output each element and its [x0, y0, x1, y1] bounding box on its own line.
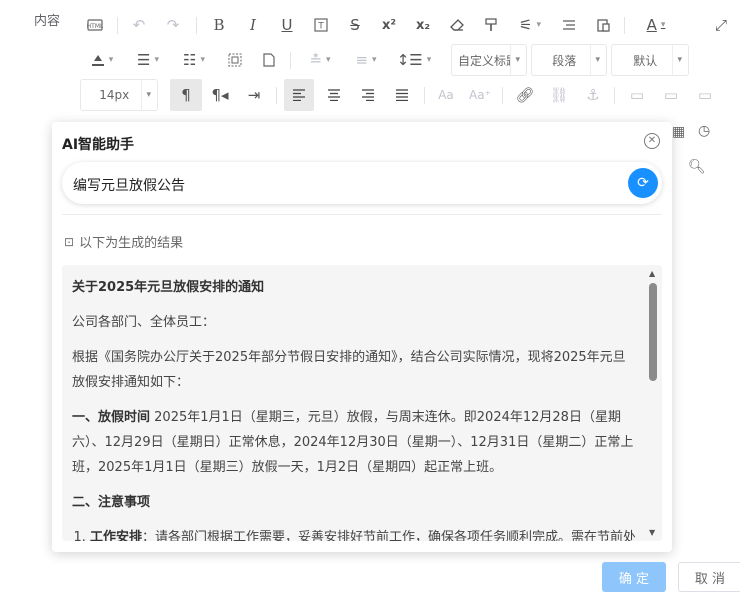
ordered-list-icon[interactable]: ☰ ▾ — [128, 44, 168, 76]
unlink-icon[interactable]: ⛓︎ — [546, 79, 572, 111]
result-panel[interactable]: 关于2025年元旦放假安排的通知 公司各部门、全体员工： 根据《国务院办公厅关于… — [62, 265, 662, 541]
result-intro: 根据《国务院办公厅关于2025年部分节假日安排的通知》，结合公司实际情况，现将2… — [72, 350, 626, 390]
confirm-button[interactable]: 确 定 — [602, 562, 666, 592]
prompt-text[interactable]: 编写元旦放假公告 — [73, 175, 185, 195]
magic-wand-icon[interactable]: ⚟ ▾ — [510, 9, 550, 41]
align-center-icon[interactable] — [320, 79, 348, 111]
table-icon[interactable]: ▦ — [672, 124, 685, 140]
robot-icon: ⊡ — [64, 234, 75, 249]
font-family-select[interactable]: 默认 ▾ — [611, 44, 689, 76]
result-heading: 关于2025年元旦放假安排的通知 — [72, 280, 265, 295]
link-icon[interactable]: 🔗︎ — [512, 79, 538, 111]
row-spacing-top-icon[interactable]: ≛ ▾ — [300, 44, 340, 76]
scrollbar-thumb[interactable] — [649, 283, 657, 381]
superscript-icon[interactable]: x² — [376, 9, 402, 41]
row-spacing-bottom-icon[interactable]: ≡ ▾ — [346, 44, 386, 76]
toolbar-row-2: ▾ ☰▾ ☷▾ ≛▾ ≡▾ ↕☰▾ 自定义标题▾ 段落▾ 默认▾ — [80, 44, 740, 76]
bold-icon[interactable]: B — [206, 9, 232, 41]
indent-icon[interactable]: ⇥ — [240, 79, 268, 111]
unordered-list-icon[interactable]: ☷ ▾ — [174, 44, 214, 76]
result-scrollbar[interactable]: ▲ ▼ — [648, 265, 658, 541]
image-right-icon[interactable]: ▭ — [692, 79, 718, 111]
rich-text-toolbar: HTML ↶ ↷ B I U T S x² x₂ ⚟ ▾ A ▾ ⤢ ▾ ☰ ▾… — [80, 6, 740, 116]
lowercase-icon[interactable]: Aa — [432, 79, 460, 111]
prompt-input[interactable]: 编写元旦放假公告 ⟳ — [62, 162, 662, 204]
underline-icon[interactable]: U — [274, 9, 300, 41]
generated-content[interactable]: 关于2025年元旦放假安排的通知 公司各部门、全体员工： 根据《国务院办公厅关于… — [72, 275, 638, 541]
content-field-label: 内容 — [34, 14, 61, 29]
source-code-icon[interactable]: HTML — [82, 9, 108, 41]
result-salutation: 公司各部门、全体员工： — [72, 315, 216, 330]
justify-icon[interactable] — [388, 79, 416, 111]
paragraph-select[interactable]: 段落 ▾ — [531, 44, 607, 76]
close-icon[interactable]: ✕ — [644, 133, 660, 149]
scroll-down-icon[interactable]: ▼ — [649, 528, 655, 537]
undo-icon[interactable]: ↶ — [126, 9, 152, 41]
toolbar-row-3: 14px ▾ ¶ ¶◂ ⇥ Aa Aa⁺ 🔗︎ ⛓︎ ⚓︎ ▭ ▭ ▭ — [80, 79, 740, 111]
font-size-select[interactable]: 14px ▾ — [80, 79, 158, 111]
regenerate-icon[interactable]: ⟳ — [628, 168, 658, 198]
result-list: 工作安排：请各部门根据工作需要，妥善安排好节前工作，确保各项任务顺利完成。需在节… — [90, 525, 638, 541]
list-item: 工作安排：请各部门根据工作需要，妥善安排好节前工作，确保各项任务顺利完成。需在节… — [90, 525, 638, 541]
cancel-button[interactable]: 取 消 — [678, 562, 740, 592]
ai-assistant-dialog: AI智能助手 ✕ 编写元旦放假公告 ⟳ ⊡ 以下为生成的结果 关于2025年元旦… — [52, 122, 672, 552]
uppercase-icon[interactable]: Aa⁺ — [466, 79, 494, 111]
ltr-direction-icon[interactable]: ¶ — [170, 79, 202, 111]
search-replace-icon[interactable]: 🔍︎ — [688, 159, 706, 175]
italic-icon[interactable]: I — [240, 9, 266, 41]
rtl-direction-icon[interactable]: ¶◂ — [206, 79, 234, 111]
toolbar-row-1: HTML ↶ ↷ B I U T S x² x₂ ⚟ ▾ A ▾ ⤢ — [80, 9, 740, 41]
heading-style-select[interactable]: 自定义标题▾ — [451, 44, 527, 76]
image-left-icon[interactable]: ▭ — [624, 79, 650, 111]
background-color-icon[interactable]: ▾ — [82, 44, 122, 76]
subscript-icon[interactable]: x₂ — [410, 9, 436, 41]
result-section-1: 一、放假时间 2025年1月1日（星期三，元旦）放假，与周末连休。即2024年1… — [72, 410, 634, 475]
dialog-title: AI智能助手 — [62, 137, 135, 153]
strikethrough-icon[interactable]: S — [342, 9, 368, 41]
anchor-icon[interactable]: ⚓︎ — [580, 79, 606, 111]
svg-text:HTML: HTML — [87, 23, 103, 30]
result-hint: ⊡ 以下为生成的结果 — [64, 234, 184, 252]
svg-text:T: T — [317, 22, 324, 32]
format-painter-icon[interactable] — [478, 9, 504, 41]
fullscreen-icon[interactable]: ⤢ — [708, 9, 734, 41]
scroll-up-icon[interactable]: ▲ — [649, 269, 655, 278]
image-center-icon[interactable]: ▭ — [658, 79, 684, 111]
result-section-2-label: 二、注意事项 — [72, 495, 151, 510]
clock-icon[interactable]: ◷ — [698, 123, 710, 139]
paste-plain-icon[interactable] — [590, 9, 616, 41]
eraser-icon[interactable] — [444, 9, 470, 41]
font-color-icon[interactable]: A ▾ — [636, 9, 676, 41]
blank-page-icon[interactable] — [256, 44, 282, 76]
align-right-icon[interactable] — [354, 79, 382, 111]
blockquote-icon[interactable] — [556, 9, 582, 41]
divider — [62, 214, 662, 215]
align-left-icon[interactable] — [284, 79, 314, 111]
redo-icon[interactable]: ↷ — [160, 9, 186, 41]
border-text-icon[interactable]: T — [308, 9, 334, 41]
line-height-icon[interactable]: ↕☰ ▾ — [394, 44, 434, 76]
select-all-icon[interactable] — [222, 44, 248, 76]
